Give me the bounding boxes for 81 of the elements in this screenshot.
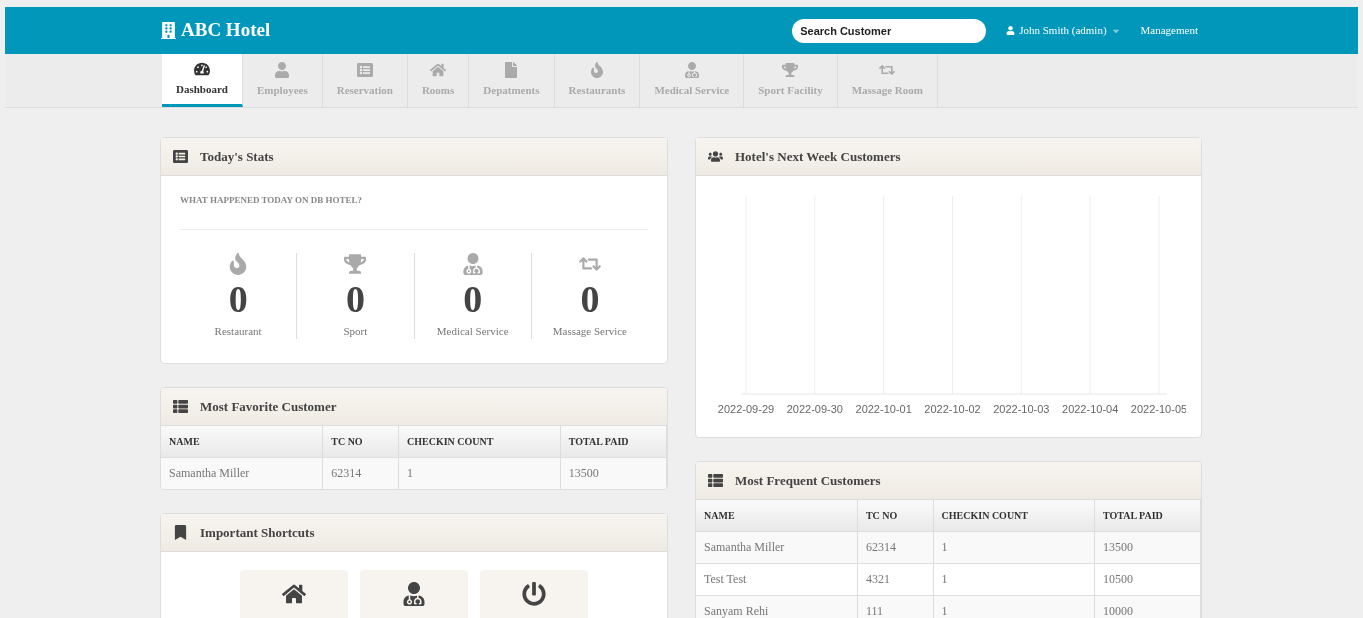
table-cell: 1 xyxy=(398,457,561,489)
user-icon xyxy=(274,62,291,79)
table-cell: 1 xyxy=(933,531,1095,563)
stat-value: 0 xyxy=(580,278,600,319)
table-cell: Samantha Miller xyxy=(696,531,858,563)
axis-label: 2022-10-03 xyxy=(993,403,1050,415)
flame-icon xyxy=(588,62,605,79)
table-cell: 111 xyxy=(857,595,934,618)
dashboard-gauge-icon xyxy=(194,60,210,77)
table-cell: 1 xyxy=(933,563,1095,595)
panel-title: Most Favorite Customer xyxy=(200,397,337,416)
search-field[interactable]: Search Customer xyxy=(792,18,987,43)
table-cell: 10000 xyxy=(1094,595,1201,618)
file-icon xyxy=(503,62,520,79)
list-icon xyxy=(173,399,188,414)
table-cell: Sanyam Rehi xyxy=(696,595,858,618)
nav-tab[interactable]: Dashboard xyxy=(162,54,243,107)
stat-value: 0 xyxy=(345,278,365,319)
users-icon xyxy=(708,149,723,164)
panel-title: Important Shortcuts xyxy=(200,523,315,542)
user-menu[interactable]: John Smith (admin) xyxy=(1006,22,1121,39)
axis-label: 2022-10-01 xyxy=(855,403,912,415)
table-cell: 62314 xyxy=(322,457,399,489)
nav-tab[interactable]: Medical Service xyxy=(640,54,745,107)
building-icon xyxy=(160,22,177,39)
column-header: TC NO xyxy=(322,426,399,457)
brand-title[interactable]: ABC Hotel xyxy=(181,16,271,45)
table-cell: 1 xyxy=(933,595,1095,618)
table-cell: Samantha Miller xyxy=(161,457,323,489)
shortcut-button[interactable] xyxy=(240,570,348,618)
doctor-icon xyxy=(402,582,426,606)
stat-value: 0 xyxy=(463,278,483,319)
home-icon xyxy=(282,582,306,606)
column-header: TOTAL PAID xyxy=(560,426,667,457)
nav-tab[interactable]: Sport Facility xyxy=(744,54,838,107)
table-cell: 4321 xyxy=(857,563,934,595)
user-icon xyxy=(1006,26,1016,35)
stat-label: Restaurant xyxy=(214,323,262,339)
panel-title: Most Frequent Customers xyxy=(735,471,881,490)
axis-label: 2022-09-29 xyxy=(717,403,775,415)
axis-label: 2022-10-04 xyxy=(1062,403,1119,415)
table-cell: 13500 xyxy=(560,457,667,489)
doctor-icon xyxy=(461,252,484,275)
trophy-icon xyxy=(782,62,799,79)
column-header: TOTAL PAID xyxy=(1094,500,1201,531)
table-cell: Test Test xyxy=(696,563,858,595)
nav-tab[interactable]: Depatments xyxy=(469,54,555,107)
table-cell: 62314 xyxy=(857,531,934,563)
stat-label: Medical Service xyxy=(436,323,509,339)
column-header: NAME xyxy=(161,426,323,457)
shortcut-button[interactable] xyxy=(480,570,588,618)
column-header: CHECKIN COUNT xyxy=(933,500,1095,531)
doctor-icon xyxy=(683,62,700,79)
stat-value: 0 xyxy=(228,278,248,319)
stat-label: Sport xyxy=(343,323,368,339)
trophy-icon xyxy=(344,252,367,275)
column-header: CHECKIN COUNT xyxy=(398,426,561,457)
axis-label: 2022-09-30 xyxy=(786,403,843,415)
stats-subtitle: WHAT HAPPENED TODAY ON DB HOTEL? xyxy=(180,194,648,230)
panel-title: Today's Stats xyxy=(200,147,274,166)
column-header: TC NO xyxy=(857,500,934,531)
nav-tab[interactable]: Reservation xyxy=(322,54,408,107)
nav-tab[interactable]: Employees xyxy=(242,54,323,107)
stat-label: Massage Service xyxy=(552,323,627,339)
management-link[interactable]: Management xyxy=(1140,22,1198,39)
bookmark-icon xyxy=(173,525,188,540)
power-icon xyxy=(522,582,546,606)
axis-label: 2022-10-02 xyxy=(924,403,981,415)
table-cell: 10500 xyxy=(1094,563,1201,595)
axis-label: 2022-10-05 xyxy=(1130,403,1186,415)
list-icon xyxy=(708,473,723,488)
list-card-icon xyxy=(356,62,373,79)
home-icon xyxy=(430,62,447,79)
nav-tab[interactable]: Massage Room xyxy=(837,54,938,107)
shortcut-button[interactable] xyxy=(360,570,468,618)
nav-tab[interactable]: Rooms xyxy=(407,54,470,107)
nav-tab[interactable]: Restaurants xyxy=(554,54,641,107)
panel-title: Hotel's Next Week Customers xyxy=(735,147,901,166)
list-card-icon xyxy=(173,149,188,164)
table-cell: 13500 xyxy=(1094,531,1201,563)
column-header: NAME xyxy=(696,500,858,531)
